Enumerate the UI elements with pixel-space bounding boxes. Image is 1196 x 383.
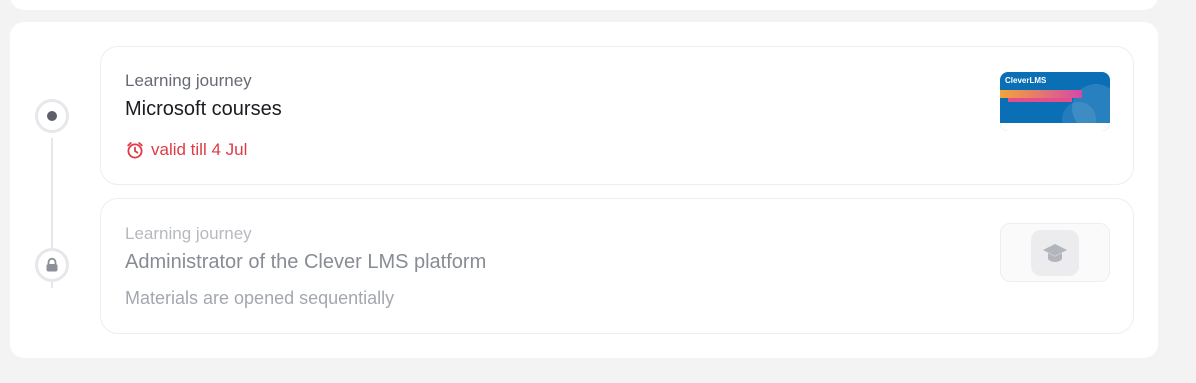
lock-icon bbox=[46, 257, 58, 272]
journey-card-administrator: Learning journey Administrator of the Cl… bbox=[100, 198, 1134, 334]
thumb-band bbox=[1000, 90, 1082, 98]
previous-card bbox=[10, 0, 1158, 10]
learning-journeys-panel: Learning journey Microsoft courses valid… bbox=[10, 22, 1158, 358]
graduation-cap-icon bbox=[1043, 243, 1067, 262]
deadline-text: valid till 4 Jul bbox=[151, 140, 248, 159]
placeholder-box bbox=[1031, 229, 1079, 276]
deadline-badge: valid till 4 Jul bbox=[125, 140, 247, 160]
course-placeholder bbox=[1000, 223, 1110, 282]
alarm-clock-icon bbox=[127, 142, 143, 159]
locked-note: Materials are opened sequentially bbox=[125, 288, 395, 308]
timeline-node-active bbox=[35, 99, 69, 133]
thumb-band bbox=[1008, 98, 1072, 102]
journey-title: Administrator of the Clever LMS platform bbox=[125, 251, 487, 273]
journey-kicker: Learning journey bbox=[125, 71, 252, 90]
dot-icon bbox=[47, 111, 57, 121]
course-thumbnail: CleverLMS bbox=[1000, 72, 1110, 131]
thumbnail-brand: CleverLMS bbox=[1005, 76, 1047, 85]
journey-card-microsoft[interactable]: Learning journey Microsoft courses valid… bbox=[100, 46, 1134, 185]
thumb-footer bbox=[1000, 123, 1110, 131]
journey-kicker: Learning journey bbox=[125, 224, 252, 243]
timeline-node-locked bbox=[35, 248, 69, 282]
journey-title[interactable]: Microsoft courses bbox=[125, 98, 282, 121]
